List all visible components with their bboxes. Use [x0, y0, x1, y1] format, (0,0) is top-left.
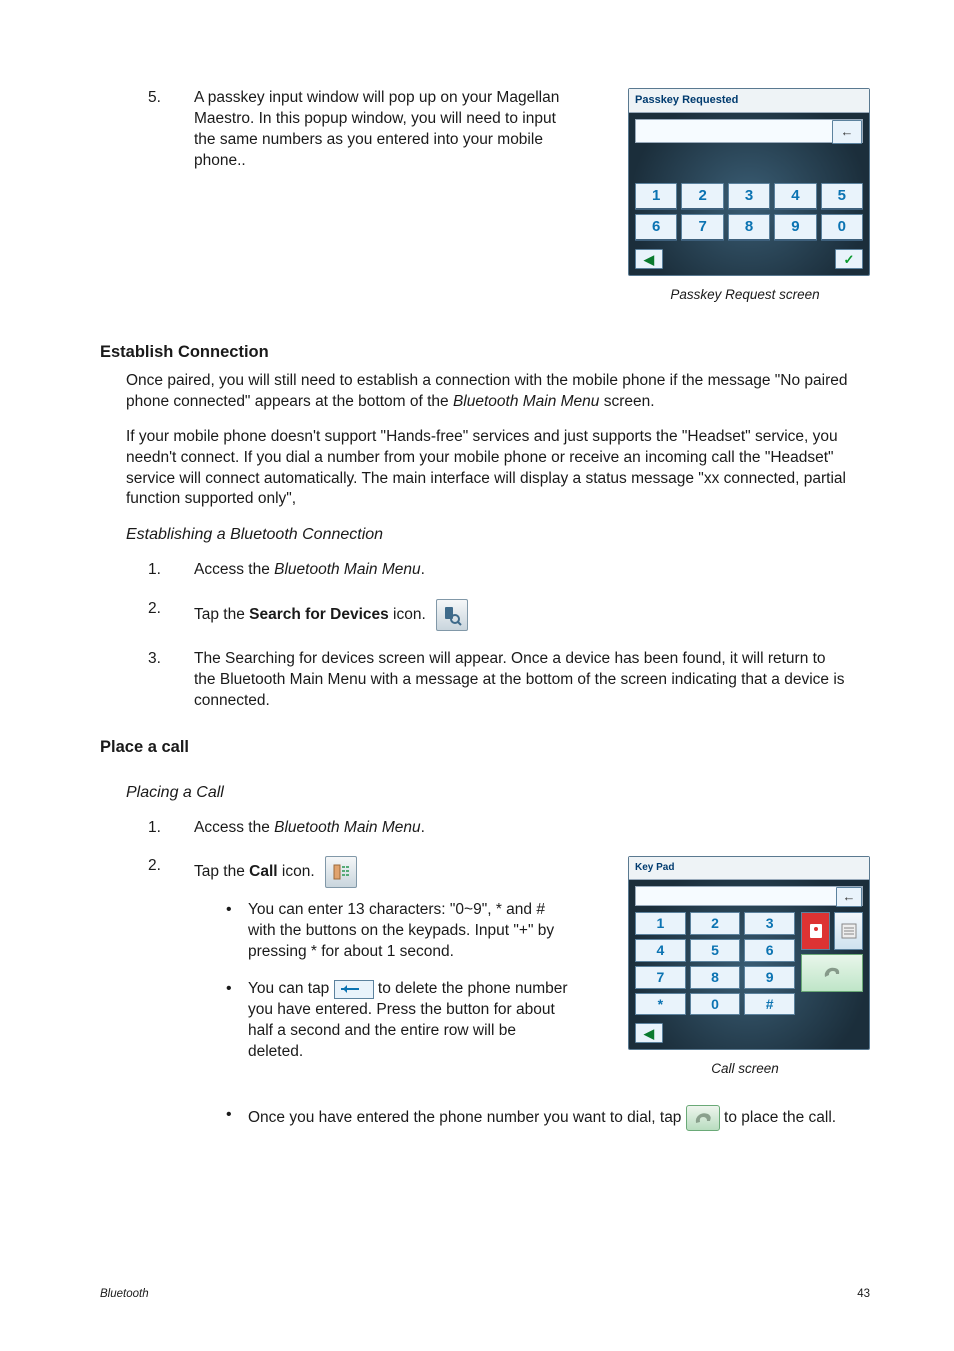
- call-number-field[interactable]: ←: [635, 886, 863, 906]
- call-back-button[interactable]: ◀: [635, 1023, 663, 1043]
- keypad-hash[interactable]: #: [744, 993, 795, 1016]
- step-number: 5.: [148, 88, 194, 172]
- back-button[interactable]: ◀: [635, 249, 663, 269]
- heading-establish: Establish Connection: [100, 341, 870, 363]
- placecall-step-2: 2. Tap the Call icon. • You can enter 13…: [148, 856, 570, 1078]
- key-2[interactable]: 2: [681, 183, 723, 210]
- call-screen-thumbnail: Key Pad ← 123 456 789 *0#: [628, 856, 870, 1050]
- history-button[interactable]: [834, 912, 863, 950]
- keypad-7[interactable]: 7: [635, 966, 686, 989]
- keypad-8[interactable]: 8: [690, 966, 741, 989]
- call-backspace-button[interactable]: ←: [836, 887, 862, 907]
- establish-p2: If your mobile phone doesn't support "Ha…: [100, 427, 870, 511]
- place-call-icon[interactable]: [686, 1105, 720, 1131]
- step5-row: 5. A passkey input window will pop up on…: [100, 88, 870, 305]
- placecall-bullet-3: • Once you have entered the phone number…: [226, 1105, 870, 1131]
- subheading-placing: Placing a Call: [126, 782, 870, 804]
- step-5: 5. A passkey input window will pop up on…: [148, 88, 570, 172]
- heading-place-call: Place a call: [100, 736, 870, 758]
- key-3[interactable]: 3: [728, 183, 770, 210]
- call-screen-title: Key Pad: [629, 857, 869, 880]
- placecall-bullet-1: • You can enter 13 characters: "0~9", * …: [226, 900, 570, 963]
- passkey-input-field[interactable]: ←: [635, 119, 863, 143]
- key-0[interactable]: 0: [821, 214, 863, 241]
- keypad-0[interactable]: 0: [690, 993, 741, 1016]
- call-screen-caption: Call screen: [620, 1060, 870, 1078]
- establish-step-2: 2. Tap the Search for Devices icon.: [148, 599, 846, 631]
- passkey-caption: Passkey Request screen: [620, 286, 870, 304]
- document-page: 5. A passkey input window will pop up on…: [0, 0, 954, 1351]
- step-text: A passkey input window will pop up on yo…: [194, 88, 570, 172]
- call-icon[interactable]: [325, 856, 357, 888]
- keypad-star[interactable]: *: [635, 993, 686, 1016]
- placecall-bullet-2: • You can tap to delete the phone number…: [226, 979, 570, 1063]
- establish-p1: Once paired, you will still need to esta…: [100, 371, 870, 413]
- key-9[interactable]: 9: [774, 214, 816, 241]
- subheading-establishing: Establishing a Bluetooth Connection: [126, 524, 870, 546]
- key-1[interactable]: 1: [635, 183, 677, 210]
- footer-section: Bluetooth: [100, 1287, 149, 1303]
- search-devices-icon[interactable]: [436, 599, 468, 631]
- passkey-keys-row-1: 1 2 3 4 5: [629, 183, 869, 214]
- establish-step-1: 1. Access the Bluetooth Main Menu.: [148, 560, 846, 581]
- key-6[interactable]: 6: [635, 214, 677, 241]
- key-4[interactable]: 4: [774, 183, 816, 210]
- delete-digit-icon[interactable]: [334, 980, 374, 999]
- keypad-2[interactable]: 2: [690, 912, 741, 935]
- page-footer: Bluetooth 43: [100, 1287, 870, 1303]
- passkey-screen-thumbnail: Passkey Requested ← 1 2 3 4 5 6 7 8: [628, 88, 870, 276]
- passkey-screen-title: Passkey Requested: [629, 89, 869, 113]
- key-8[interactable]: 8: [728, 214, 770, 241]
- keypad-1[interactable]: 1: [635, 912, 686, 935]
- contacts-button[interactable]: [801, 912, 830, 950]
- key-5[interactable]: 5: [821, 183, 863, 210]
- passkey-keys-row-2: 6 7 8 9 0: [629, 214, 869, 245]
- keypad-9[interactable]: 9: [744, 966, 795, 989]
- dial-button[interactable]: [801, 954, 863, 992]
- ok-button[interactable]: ✓: [835, 249, 863, 269]
- establish-step-3: 3. The Searching for devices screen will…: [148, 649, 846, 712]
- call-keypad: 123 456 789 *0#: [635, 912, 795, 1020]
- footer-page-number: 43: [857, 1287, 870, 1303]
- keypad-6[interactable]: 6: [744, 939, 795, 962]
- keypad-4[interactable]: 4: [635, 939, 686, 962]
- placecall-step-1: 1. Access the Bluetooth Main Menu.: [148, 818, 846, 839]
- backspace-button[interactable]: ←: [832, 120, 862, 144]
- key-7[interactable]: 7: [681, 214, 723, 241]
- keypad-3[interactable]: 3: [744, 912, 795, 935]
- keypad-5[interactable]: 5: [690, 939, 741, 962]
